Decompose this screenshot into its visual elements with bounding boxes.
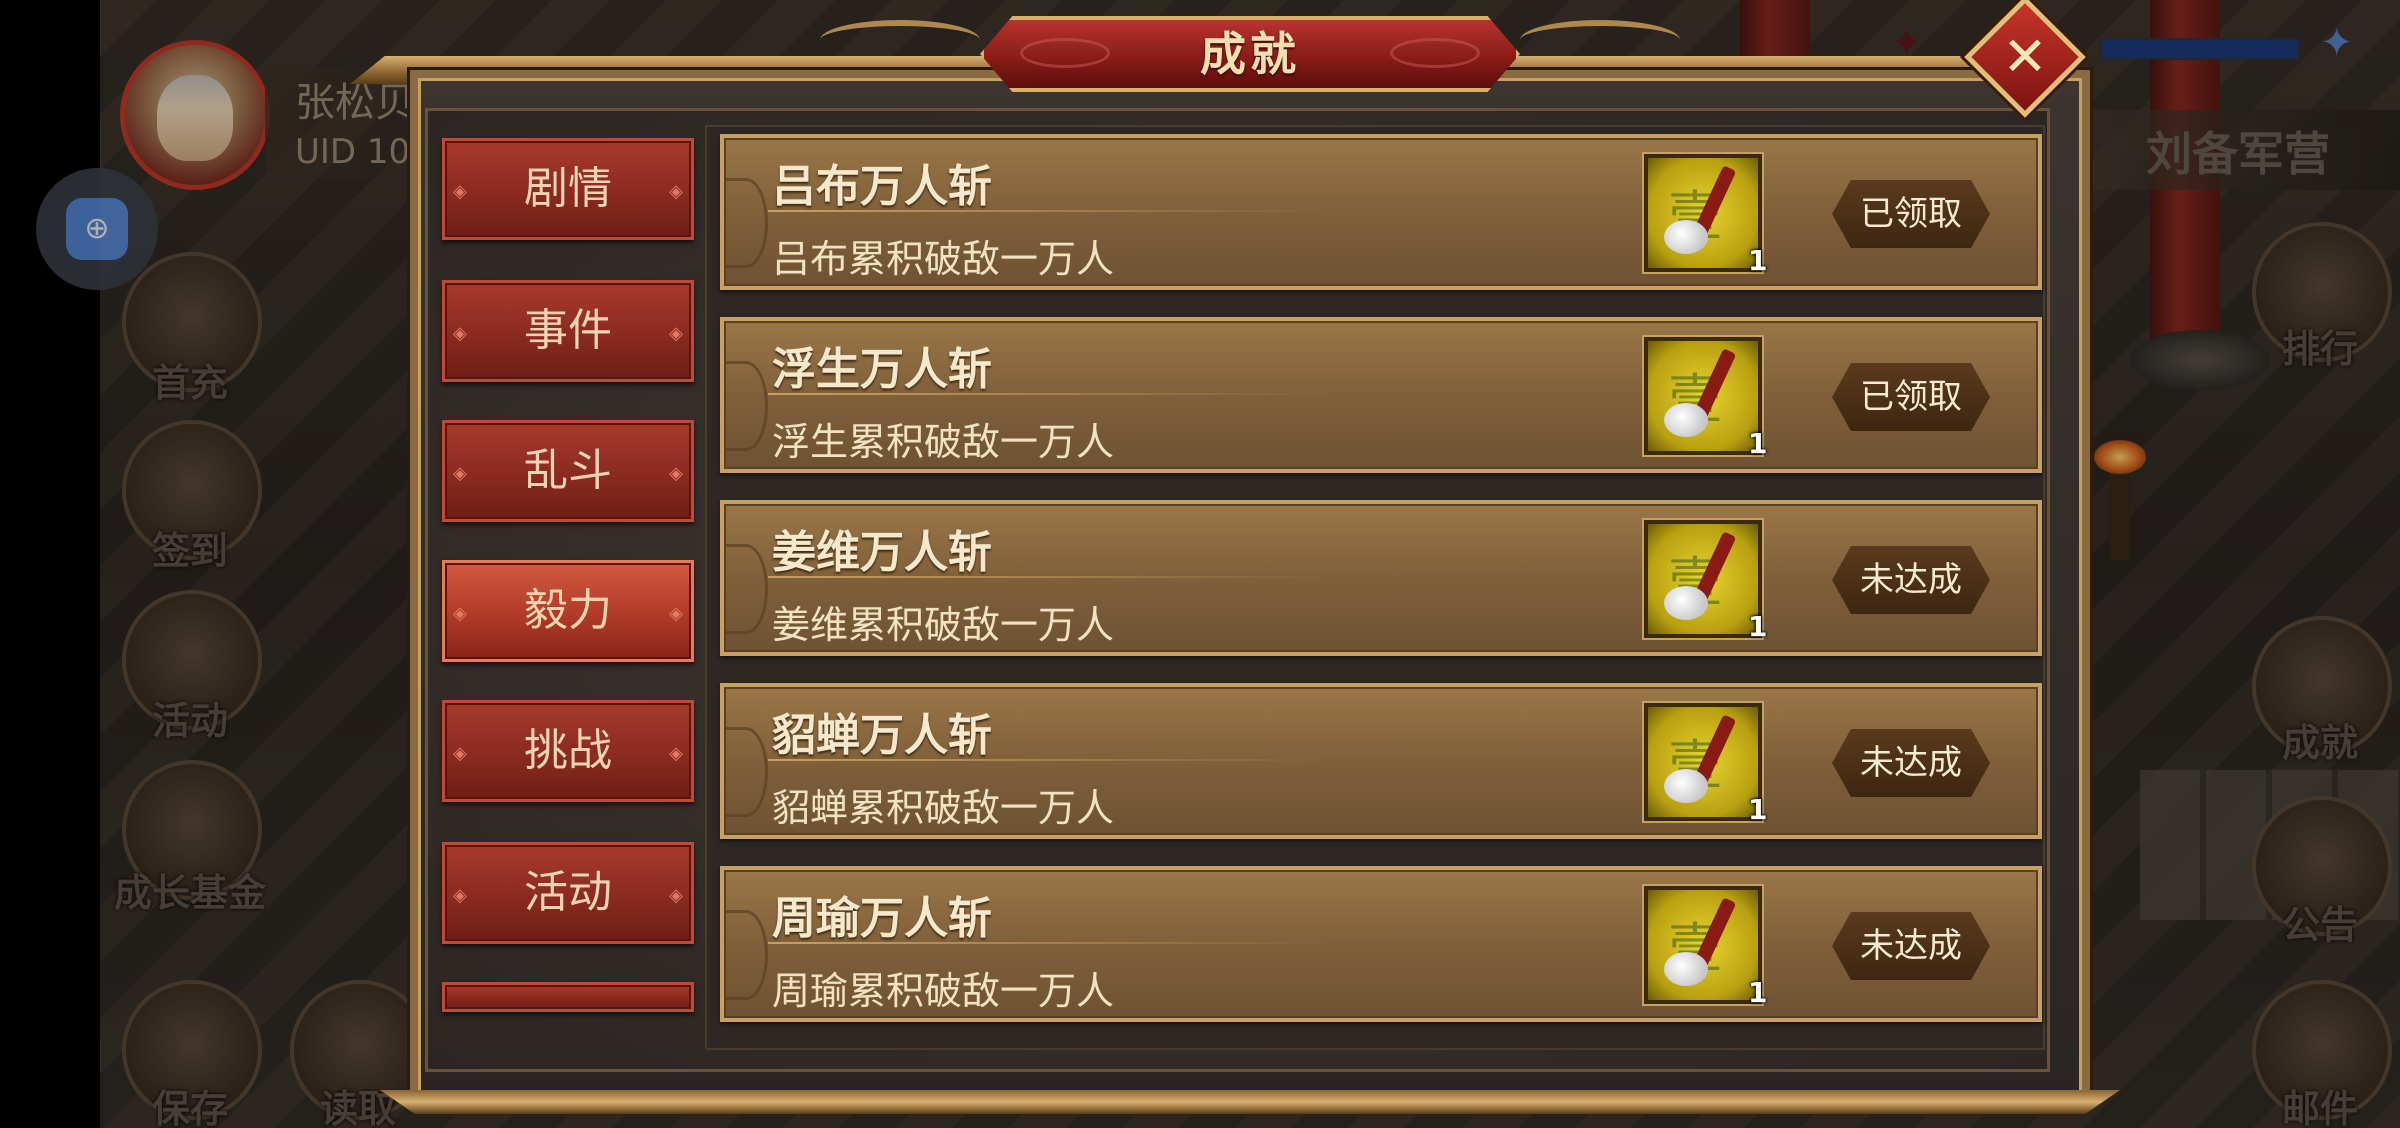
brush-token-icon[interactable]: 壹 (1644, 886, 1762, 1004)
row-divider (768, 393, 1328, 395)
row-flourish (724, 727, 768, 817)
tab-ornament-icon: ◈ (669, 323, 683, 344)
tab-ornament-icon: ◈ (669, 463, 683, 484)
tab-event[interactable]: ◈ 事件 ◈ (442, 280, 694, 382)
close-icon[interactable]: ✕ (1982, 14, 2068, 100)
dialog-title: 成就 (1200, 27, 1300, 81)
tab-label: 挑战 (524, 725, 612, 776)
tab-brawl[interactable]: ◈ 乱斗 ◈ (442, 420, 694, 522)
tab-label: 剧情 (524, 163, 612, 214)
reward-brush-tip (1664, 769, 1708, 803)
achievement-description: 浮生累积破敌一万人 (772, 420, 1115, 464)
achievement-description: 吕布累积破敌一万人 (772, 237, 1115, 281)
row-flourish (724, 544, 768, 634)
row-flourish (724, 910, 768, 1000)
brush-token-icon[interactable]: 壹 (1644, 337, 1762, 455)
achievement-title: 浮生万人斩 (772, 344, 992, 395)
status-label: 已领取 (1860, 194, 1962, 234)
tab-ornament-icon: ◈ (669, 743, 683, 764)
achievement-row: 貂蝉万人斩 貂蝉累积破敌一万人 壹 1 未达成 (720, 683, 2042, 839)
tab-label: 活动 (524, 867, 612, 918)
tab-partial[interactable] (442, 982, 694, 1012)
brush-token-icon[interactable]: 壹 (1644, 154, 1762, 272)
achievement-title: 吕布万人斩 (772, 161, 992, 212)
status-label: 未达成 (1860, 743, 1962, 783)
reward-brush-tip (1664, 220, 1708, 254)
row-divider (768, 759, 1328, 761)
achievement-row: 周瑜万人斩 周瑜累积破敌一万人 壹 1 未达成 (720, 866, 2042, 1022)
achievement-title: 周瑜万人斩 (772, 893, 992, 944)
reward-brush-tip (1664, 952, 1708, 986)
tab-label: 乱斗 (524, 445, 612, 496)
achievement-title: 貂蝉万人斩 (772, 710, 992, 761)
achievement-row: 浮生万人斩 浮生累积破敌一万人 壹 1 已领取 (720, 317, 2042, 473)
reward-count: 1 (1748, 244, 1768, 277)
reward-count: 1 (1748, 793, 1768, 826)
tab-challenge[interactable]: ◈ 挑战 ◈ (442, 700, 694, 802)
reward-count: 1 (1748, 427, 1768, 460)
tab-label: 事件 (524, 305, 612, 356)
tab-perseverance[interactable]: ◈ 毅力 ◈ (442, 560, 694, 662)
row-flourish (724, 178, 768, 268)
achievement-description: 周瑜累积破敌一万人 (772, 969, 1115, 1013)
tab-plot[interactable]: ◈ 剧情 ◈ (442, 138, 694, 240)
status-label: 已领取 (1860, 377, 1962, 417)
tab-activity[interactable]: ◈ 活动 ◈ (442, 842, 694, 944)
achievement-row: 姜维万人斩 姜维累积破敌一万人 壹 1 未达成 (720, 500, 2042, 656)
status-label: 未达成 (1860, 560, 1962, 600)
row-divider (768, 210, 1328, 212)
achievement-description: 姜维累积破敌一万人 (772, 603, 1115, 647)
achievement-row: 吕布万人斩 吕布累积破敌一万人 壹 1 已领取 (720, 134, 2042, 290)
panel-bottom-rail (380, 1090, 2120, 1114)
title-ornament-left (820, 20, 980, 60)
reward-count: 1 (1748, 610, 1768, 643)
title-ornament-right (1520, 20, 1680, 60)
reward-brush-tip (1664, 403, 1708, 437)
row-divider (768, 576, 1328, 578)
tab-ornament-icon: ◈ (669, 603, 683, 624)
achievement-title: 姜维万人斩 (772, 527, 992, 578)
tab-ornament-icon: ◈ (669, 885, 683, 906)
brush-token-icon[interactable]: 壹 (1644, 520, 1762, 638)
reward-brush-tip (1664, 586, 1708, 620)
tab-ornament-icon: ◈ (669, 181, 683, 202)
row-flourish (724, 361, 768, 451)
achievement-description: 貂蝉累积破敌一万人 (772, 786, 1115, 830)
brush-token-icon[interactable]: 壹 (1644, 703, 1762, 821)
row-divider (768, 942, 1328, 944)
status-label: 未达成 (1860, 926, 1962, 966)
reward-count: 1 (1748, 976, 1768, 1009)
tab-label: 毅力 (524, 585, 612, 636)
